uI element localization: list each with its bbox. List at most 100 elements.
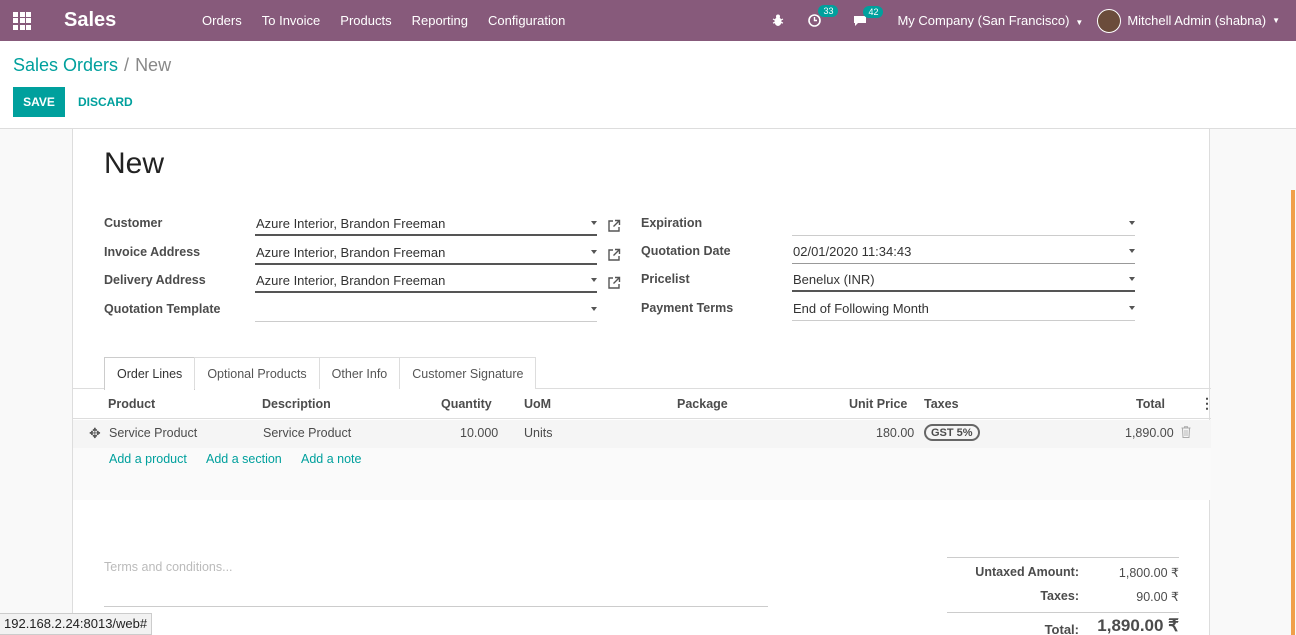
col-unit-price[interactable]: Unit Price — [849, 397, 907, 411]
row-product[interactable]: Service Product — [109, 426, 197, 440]
row-uom[interactable]: Units — [524, 426, 552, 440]
taxes-value: 90.00 ₹ — [1136, 590, 1179, 604]
delivery-address-label: Delivery Address — [104, 273, 206, 287]
col-uom[interactable]: UoM — [524, 397, 551, 411]
status-bar-url: 192.168.2.24:8013/web# — [0, 613, 153, 635]
add-note-link[interactable]: Add a note — [301, 452, 361, 466]
notebook-tabs: Order Lines Optional Products Other Info… — [104, 357, 537, 390]
quotation-date-value: 02/01/2020 11:34:43 — [793, 244, 912, 259]
quotation-date-label: Quotation Date — [641, 244, 731, 258]
menu-orders[interactable]: Orders — [192, 13, 252, 28]
expiration-field[interactable] — [792, 214, 1135, 236]
messages-icon[interactable]: 42 — [841, 5, 884, 27]
customer-label: Customer — [104, 216, 163, 230]
row-quantity[interactable]: 10.000 — [460, 426, 498, 440]
dropdown-caret-icon[interactable] — [1129, 221, 1135, 225]
dropdown-caret-icon[interactable] — [591, 250, 597, 254]
untaxed-amount-value: 1,800.00 ₹ — [1118, 566, 1179, 580]
delivery-address-value: Azure Interior, Brandon Freeman — [256, 273, 446, 288]
col-taxes[interactable]: Taxes — [924, 397, 959, 411]
tax-tag[interactable]: GST 5% — [924, 424, 980, 441]
dropdown-caret-icon[interactable] — [591, 221, 597, 225]
user-menu[interactable]: Mitchell Admin (shabna) ▼ — [1097, 8, 1296, 33]
external-link-icon[interactable] — [607, 248, 621, 262]
total-row: Total: 1,890.00 ₹ — [947, 612, 1179, 635]
dropdown-caret-icon[interactable] — [1129, 277, 1135, 281]
column-options-icon[interactable]: ⋮ — [1200, 395, 1214, 412]
navbar-right: 33 42 My Company (San Francisco) ▼ Mitche… — [760, 0, 1296, 41]
menu-products[interactable]: Products — [330, 13, 401, 28]
totals-summary: Untaxed Amount: 1,800.00 ₹ Taxes: 90.00 … — [947, 557, 1179, 635]
scrollbar-thumb[interactable] — [1291, 190, 1295, 635]
taxes-row: Taxes: 90.00 ₹ — [947, 582, 1179, 606]
payment-terms-value: End of Following Month — [793, 301, 929, 316]
table-row[interactable]: ✥ Service Product Service Product 10.000… — [73, 420, 1211, 448]
dropdown-caret-icon[interactable] — [591, 278, 597, 282]
menu-reporting[interactable]: Reporting — [402, 13, 478, 28]
col-description[interactable]: Description — [262, 397, 331, 411]
customer-field[interactable]: Azure Interior, Brandon Freeman — [255, 214, 597, 236]
invoice-address-value: Azure Interior, Brandon Freeman — [256, 245, 446, 260]
terms-and-conditions-input[interactable]: Terms and conditions... — [104, 553, 768, 607]
trash-icon[interactable] — [1181, 426, 1191, 438]
delivery-address-field[interactable]: Azure Interior, Brandon Freeman — [255, 271, 597, 293]
untaxed-amount-label: Untaxed Amount: — [975, 565, 1079, 579]
dropdown-caret-icon[interactable] — [591, 307, 597, 311]
customer-value: Azure Interior, Brandon Freeman — [256, 216, 446, 231]
row-description[interactable]: Service Product — [263, 426, 351, 440]
avatar — [1097, 8, 1122, 33]
payment-terms-field[interactable]: End of Following Month — [792, 299, 1135, 321]
breadcrumb-current: New — [135, 55, 172, 75]
order-lines-header: Product Description Quantity UoM Package… — [73, 389, 1214, 419]
bug-icon[interactable] — [760, 14, 796, 27]
activity-badge: 33 — [818, 5, 839, 17]
tab-customer-signature[interactable]: Customer Signature — [399, 357, 537, 389]
quotation-date-field[interactable]: 02/01/2020 11:34:43 — [792, 242, 1135, 264]
taxes-label: Taxes: — [1040, 589, 1079, 603]
add-product-link[interactable]: Add a product — [109, 452, 187, 466]
quotation-template-field[interactable] — [255, 300, 597, 322]
caret-down-icon: ▼ — [1272, 16, 1280, 25]
app-brand[interactable]: Sales — [44, 9, 192, 32]
invoice-address-field[interactable]: Azure Interior, Brandon Freeman — [255, 243, 597, 265]
total-value: 1,890.00 ₹ — [1097, 616, 1179, 635]
drag-handle-icon[interactable]: ✥ — [89, 425, 101, 442]
pricelist-label: Pricelist — [641, 272, 690, 286]
discard-button[interactable]: DISCARD — [72, 87, 139, 117]
company-switcher[interactable]: My Company (San Francisco) ▼ — [879, 13, 1097, 28]
col-product[interactable]: Product — [108, 397, 155, 411]
quotation-template-label: Quotation Template — [104, 302, 221, 316]
main-menu: Orders To Invoice Products Reporting Con… — [192, 13, 575, 28]
pricelist-value: Benelux (INR) — [793, 272, 875, 287]
save-button[interactable]: SAVE — [13, 87, 65, 117]
external-link-icon[interactable] — [607, 219, 621, 233]
control-panel: Sales Orders / New SAVE DISCARD — [0, 41, 1296, 129]
breadcrumb: Sales Orders / New — [13, 55, 171, 76]
untaxed-amount-row: Untaxed Amount: 1,800.00 ₹ — [947, 558, 1179, 582]
activity-clock-icon[interactable]: 33 — [796, 5, 839, 27]
dropdown-caret-icon[interactable] — [1129, 249, 1135, 253]
top-navbar: Sales Orders To Invoice Products Reporti… — [0, 0, 1296, 41]
col-package[interactable]: Package — [677, 397, 728, 411]
breadcrumb-separator: / — [124, 55, 130, 75]
menu-to-invoice[interactable]: To Invoice — [252, 13, 331, 28]
tab-order-lines[interactable]: Order Lines — [104, 357, 196, 390]
messages-badge: 42 — [863, 5, 884, 18]
invoice-address-label: Invoice Address — [104, 245, 201, 259]
tab-optional-products[interactable]: Optional Products — [194, 357, 320, 389]
dropdown-caret-icon[interactable] — [1129, 306, 1135, 310]
apps-menu-icon[interactable] — [0, 0, 44, 41]
breadcrumb-sales-orders[interactable]: Sales Orders — [13, 55, 118, 75]
external-link-icon[interactable] — [607, 276, 621, 290]
pricelist-field[interactable]: Benelux (INR) — [792, 270, 1135, 292]
user-name: Mitchell Admin (shabna) — [1127, 13, 1267, 28]
add-line-row: Add a product Add a section Add a note — [73, 448, 1211, 500]
col-total[interactable]: Total — [1136, 397, 1165, 411]
row-unit-price[interactable]: 180.00 — [876, 426, 914, 440]
tab-other-info[interactable]: Other Info — [318, 357, 401, 389]
company-name: My Company (San Francisco) — [897, 13, 1070, 28]
col-quantity[interactable]: Quantity — [441, 397, 492, 411]
menu-configuration[interactable]: Configuration — [478, 13, 575, 28]
form-sheet: New Customer Azure Interior, Brandon Fre… — [72, 129, 1214, 635]
add-section-link[interactable]: Add a section — [206, 452, 282, 466]
